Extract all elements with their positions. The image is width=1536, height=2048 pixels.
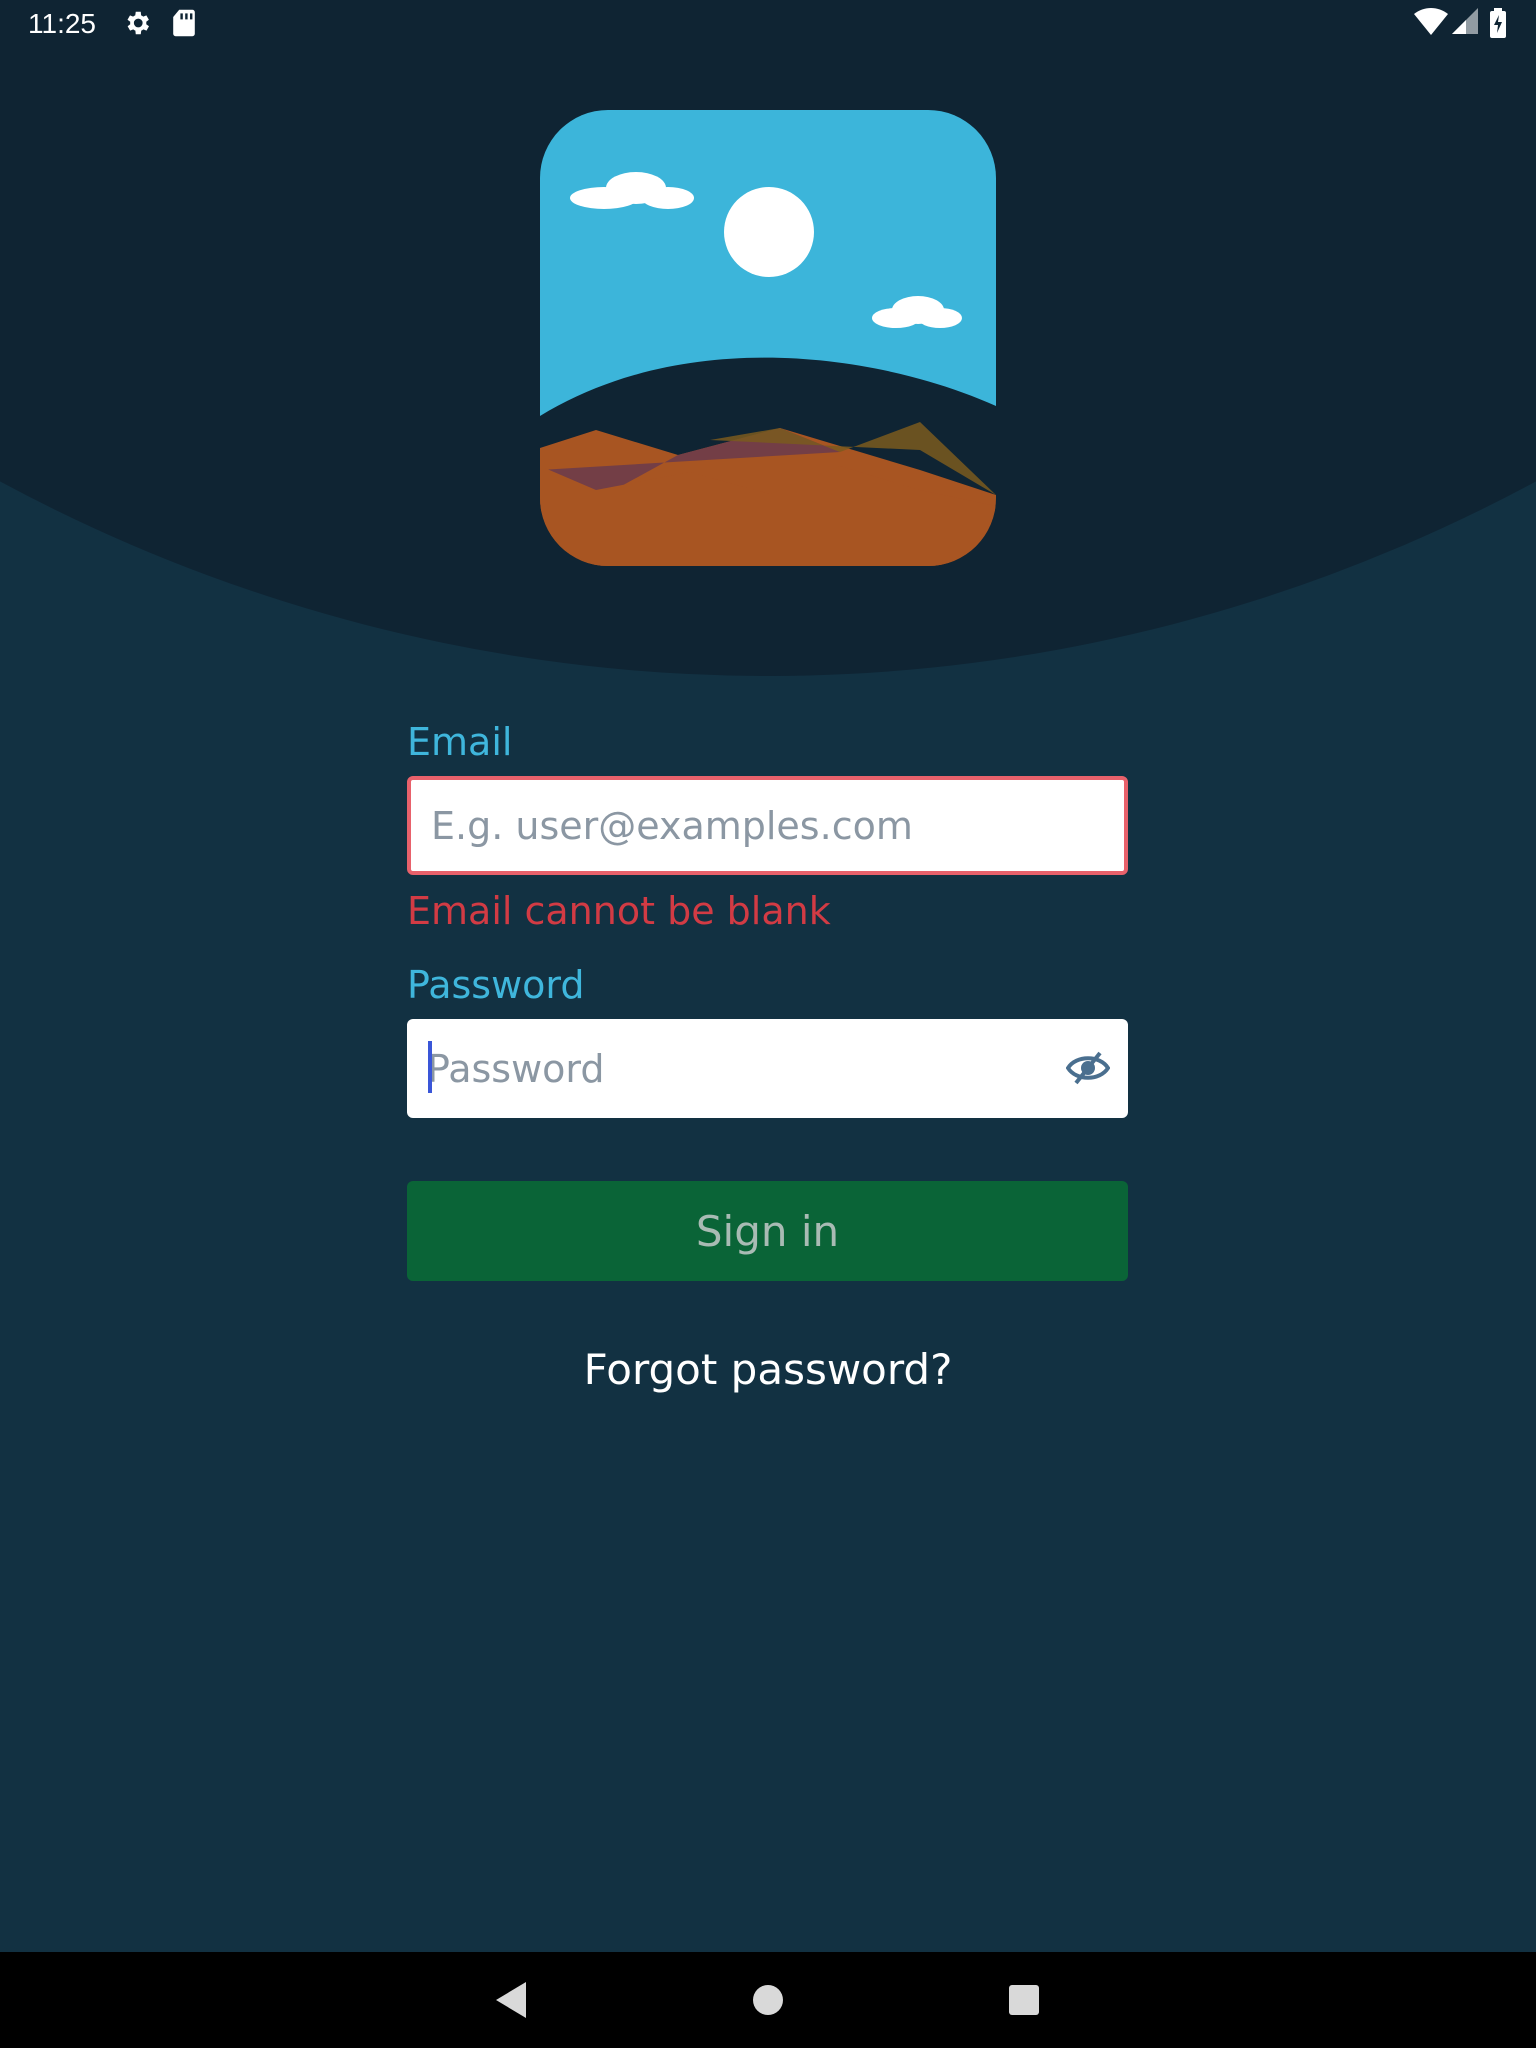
login-form: Email Email cannot be blank Password [407,716,1128,1118]
text-cursor [428,1041,432,1093]
visibility-toggle-icon[interactable] [1066,1049,1110,1087]
login-screen: 11:25 Email E.g. user@examples.com Email… [0,0,1536,2048]
email-field-container [407,776,1128,875]
email-field[interactable] [431,780,1002,871]
email-label: Email [407,720,513,764]
landscape-logo-icon [540,110,996,566]
status-time: 11:25 [28,8,96,39]
navigation-bar [0,1952,1536,2048]
signal-icon [1452,8,1478,34]
sd-card-icon [173,9,195,37]
battery-charging-icon [1490,8,1506,38]
password-field[interactable] [427,1019,1004,1118]
password-field-container [407,1019,1128,1118]
back-icon[interactable] [482,1972,538,2028]
forgot-password-link[interactable]: Forgot password? [0,1345,1536,1394]
recents-icon[interactable] [996,1972,1052,2028]
home-icon[interactable] [740,1972,796,2028]
sign-in-button[interactable]: Sign in [407,1181,1128,1281]
email-error-message: Email cannot be blank [407,889,831,933]
settings-icon [127,11,149,35]
password-label: Password [407,963,585,1007]
wifi-icon [1414,8,1448,35]
status-bar: 11:25 [0,0,1536,48]
